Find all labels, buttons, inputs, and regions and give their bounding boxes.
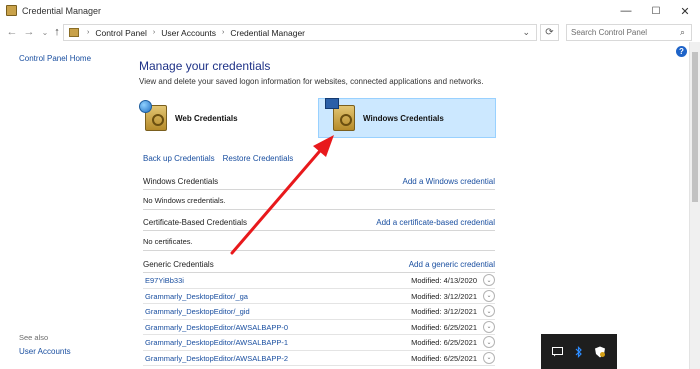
system-tray-overflow [541, 334, 617, 369]
expand-chevron-icon[interactable]: ⌄ [483, 289, 495, 302]
breadcrumb-separator: › [87, 29, 90, 36]
navigation-bar: ← → ⌄ ↑ › Control Panel › User Accounts … [0, 22, 700, 42]
security-shield-icon[interactable] [594, 346, 606, 358]
add-certificate-credential-link[interactable]: Add a certificate-based credential [376, 218, 495, 227]
maximize-button[interactable]: ☐ [641, 0, 671, 22]
bluetooth-icon[interactable] [573, 345, 585, 358]
monitor-icon [325, 98, 339, 109]
generic-credentials-list: E97YiBb33i Modified: 4/13/2020 ⌄ Grammar… [143, 273, 495, 366]
credential-name[interactable]: E97YiBb33i [145, 276, 184, 285]
control-panel-home-link[interactable]: Control Panel Home [19, 54, 91, 63]
list-item[interactable]: Grammarly_DesktopEditor/_gid Modified: 3… [143, 304, 495, 320]
windows-credentials-vault-icon [325, 98, 355, 131]
section-header: Windows Credentials Add a Windows creden… [143, 177, 495, 190]
credential-name[interactable]: Grammarly_DesktopEditor/_gid [145, 307, 250, 316]
left-pane: Control Panel Home See also User Account… [0, 42, 125, 369]
modified-date: Modified: 3/12/2021 [411, 291, 477, 301]
breadcrumb-user-accounts[interactable]: User Accounts [161, 28, 216, 38]
title-bar: Credential Manager — ☐ ✕ [0, 0, 700, 22]
credential-manager-icon [6, 5, 17, 16]
section-title: Certificate-Based Credentials [143, 218, 248, 227]
modified-date: Modified: 3/12/2021 [411, 307, 477, 316]
list-item[interactable]: E97YiBb33i Modified: 4/13/2020 ⌄ [143, 273, 495, 289]
breadcrumb-separator: › [152, 29, 156, 36]
credential-name[interactable]: Grammarly_DesktopEditor/AWSALBAPP-2 [145, 354, 288, 363]
globe-icon [139, 100, 152, 113]
list-item[interactable]: Grammarly_DesktopEditor/AWSALBAPP-2 Modi… [143, 351, 495, 366]
forward-button[interactable]: → [22, 25, 36, 39]
back-button[interactable]: ← [5, 25, 19, 39]
section-header: Certificate-Based Credentials Add a cert… [143, 218, 495, 231]
web-credentials-vault-icon [139, 100, 167, 131]
windows-credentials-section: Windows Credentials Add a Windows creden… [143, 177, 495, 210]
windows-credentials-button[interactable]: Windows Credentials [318, 98, 496, 138]
certificate-credentials-section: Certificate-Based Credentials Add a cert… [143, 218, 495, 251]
credential-name[interactable]: Grammarly_DesktopEditor/_ga [145, 292, 248, 301]
empty-message: No certificates. [143, 231, 495, 251]
modified-date: Modified: 6/25/2021 [411, 353, 477, 363]
search-box[interactable]: ⌕ [566, 24, 692, 41]
address-dropdown-icon[interactable]: ⌄ [522, 27, 530, 38]
breadcrumb-separator: › [222, 29, 225, 36]
backup-credentials-link[interactable]: Back up Credentials [143, 154, 215, 163]
vertical-scrollbar[interactable] [689, 42, 700, 369]
up-button[interactable]: ↑ [50, 25, 64, 39]
user-accounts-link[interactable]: User Accounts [19, 347, 71, 356]
breadcrumb-credential-manager[interactable]: Credential Manager [230, 28, 305, 38]
window-title: Credential Manager [22, 6, 102, 16]
expand-chevron-icon[interactable]: ⌄ [483, 274, 495, 286]
refresh-button[interactable]: ⟳ [540, 24, 559, 41]
expand-chevron-icon[interactable]: ⌄ [483, 351, 495, 364]
address-bar[interactable]: › Control Panel › User Accounts › Creden… [63, 24, 537, 41]
search-input[interactable] [571, 28, 671, 37]
empty-message: No Windows credentials. [143, 190, 495, 210]
list-item[interactable]: Grammarly_DesktopEditor/_ga Modified: 3/… [143, 289, 495, 304]
credential-name[interactable]: Grammarly_DesktopEditor/AWSALBAPP-1 [145, 338, 288, 347]
section-title: Generic Credentials [143, 260, 214, 269]
web-credentials-button[interactable]: Web Credentials [139, 98, 299, 138]
list-item[interactable]: Grammarly_DesktopEditor/AWSALBAPP-0 Modi… [143, 320, 495, 335]
expand-chevron-icon[interactable]: ⌄ [483, 320, 495, 333]
chat-icon[interactable] [552, 346, 564, 358]
minimize-button[interactable]: — [611, 0, 641, 22]
backup-restore-links: Back up Credentials Restore Credentials [143, 154, 293, 163]
search-icon[interactable]: ⌕ [680, 27, 685, 38]
help-icon[interactable]: ? [676, 46, 687, 57]
section-header: Generic Credentials Add a generic creden… [143, 260, 495, 273]
add-windows-credential-link[interactable]: Add a Windows credential [403, 177, 496, 186]
main-content: Manage your credentials View and delete … [125, 42, 690, 369]
control-panel-folder-icon [69, 28, 79, 37]
modified-date: Modified: 6/25/2021 [411, 322, 477, 332]
restore-credentials-link[interactable]: Restore Credentials [223, 154, 294, 163]
breadcrumb: › Control Panel › User Accounts › Creden… [87, 28, 305, 38]
page-description: View and delete your saved logon informa… [139, 77, 484, 86]
generic-credentials-section: Generic Credentials Add a generic creden… [143, 260, 495, 366]
credential-name[interactable]: Grammarly_DesktopEditor/AWSALBAPP-0 [145, 323, 288, 332]
see-also-heading: See also [19, 333, 49, 342]
list-item[interactable]: Grammarly_DesktopEditor/AWSALBAPP-1 Modi… [143, 335, 495, 351]
expand-chevron-icon[interactable]: ⌄ [483, 305, 495, 317]
windows-credentials-label: Windows Credentials [363, 113, 444, 123]
web-credentials-label: Web Credentials [175, 113, 238, 123]
add-generic-credential-link[interactable]: Add a generic credential [409, 260, 495, 269]
page-title: Manage your credentials [139, 59, 271, 73]
expand-chevron-icon[interactable]: ⌄ [483, 336, 495, 348]
breadcrumb-control-panel[interactable]: Control Panel [95, 28, 147, 38]
section-title: Windows Credentials [143, 177, 219, 186]
scrollbar-thumb[interactable] [692, 52, 698, 202]
modified-date: Modified: 6/25/2021 [411, 338, 477, 347]
modified-date: Modified: 4/13/2020 [411, 276, 477, 285]
close-button[interactable]: ✕ [670, 0, 700, 22]
